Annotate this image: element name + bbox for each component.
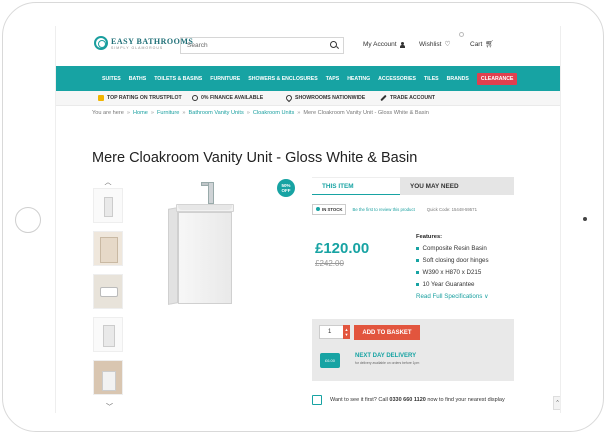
usp-trustpilot[interactable]: TOP RATING ON TRUSTPILOT xyxy=(98,95,192,101)
site-logo[interactable]: EASY BATHROOMS SIMPLY GLAMOROUS xyxy=(94,36,193,50)
nav-item-taps[interactable]: TAPS xyxy=(326,76,339,82)
feature-item: 10 Year Guarantee xyxy=(416,281,516,288)
usp-trade[interactable]: TRADE ACCOUNT xyxy=(380,94,474,102)
cart-icon: 🛒︎ xyxy=(485,41,495,48)
thumbnail-2[interactable] xyxy=(93,231,123,266)
showroom-text-after: now to find your nearest display xyxy=(427,397,505,403)
product-tabs: THIS ITEM YOU MAY NEED xyxy=(312,177,514,195)
home-button[interactable] xyxy=(15,207,41,233)
chevron-down-icon[interactable]: ﹀ xyxy=(106,402,113,412)
heart-icon: ♡ xyxy=(444,41,451,48)
breadcrumb-vanity-units[interactable]: Bathroom Vanity Units xyxy=(189,110,244,116)
stock-badge: IN STOCK xyxy=(312,203,347,215)
features-heading: Features: xyxy=(416,234,443,240)
review-link[interactable]: Be the first to review this product xyxy=(352,207,414,212)
usp-trade-label: TRADE ACCOUNT xyxy=(390,95,436,101)
tablet-frame: EASY BATHROOMS SIMPLY GLAMOROUS Search M… xyxy=(2,2,604,432)
usp-showrooms-label: SHOWROOMS NATIONWIDE xyxy=(295,95,366,101)
usp-finance-label: 0% FINANCE AVAILABLE xyxy=(201,95,264,101)
nav-item-suites[interactable]: SUITES xyxy=(102,76,121,82)
back-to-top-button[interactable]: ^ xyxy=(553,396,560,410)
showroom-text-before: Want to see it first? Call xyxy=(330,397,388,403)
person-icon xyxy=(399,41,405,48)
sale-badge: 50% OFF xyxy=(277,179,295,197)
stock-row: IN STOCK Be the first to review this pro… xyxy=(312,203,514,215)
next-day-delivery-title: NEXT DAY DELIVERY xyxy=(355,353,417,359)
search-icon[interactable] xyxy=(330,41,337,48)
nav-item-tiles[interactable]: TILES xyxy=(424,76,439,82)
thumbnail-3[interactable] xyxy=(93,274,123,309)
breadcrumb-cloakroom-units[interactable]: Cloakroom Units xyxy=(253,110,294,116)
cart-label: Cart xyxy=(470,41,483,48)
product-main-image[interactable] xyxy=(144,176,294,316)
trustpilot-icon xyxy=(98,95,104,101)
breadcrumb-furniture[interactable]: Furniture xyxy=(157,110,179,116)
breadcrumb-current: Mere Cloakroom Vanity Unit - Gloss White… xyxy=(303,110,429,116)
wrench-icon xyxy=(380,94,387,102)
usp-bar: TOP RATING ON TRUSTPILOT 0% FINANCE AVAI… xyxy=(56,91,560,106)
usp-finance[interactable]: 0% FINANCE AVAILABLE xyxy=(192,95,286,101)
cart-link[interactable]: Cart 🛒︎ xyxy=(470,41,494,48)
breadcrumb-home[interactable]: Home xyxy=(133,110,148,116)
quick-code: Quick Code: 15448-59571 xyxy=(426,206,477,212)
showroom-icon xyxy=(312,395,322,405)
thumbnail-1[interactable] xyxy=(93,188,123,223)
stock-label: IN STOCK xyxy=(322,206,343,212)
my-account-link[interactable]: My Account xyxy=(363,41,405,48)
nav-item-clearance[interactable]: CLEARANCE xyxy=(476,72,518,85)
thumbnail-4[interactable] xyxy=(93,317,123,352)
usp-trustpilot-label: TOP RATING ON TRUSTPILOT xyxy=(107,95,182,101)
nav-item-showers[interactable]: SHOWERS & ENCLOSURES xyxy=(248,76,317,82)
nav-item-accessories[interactable]: ACCESSORIES xyxy=(378,76,416,82)
add-to-basket-button[interactable]: ADD TO BASKET xyxy=(354,325,420,340)
wishlist-label: Wishlist xyxy=(419,41,442,48)
price: £120.00 xyxy=(315,240,370,257)
basket-panel: 1 ▲ ▼ ADD TO BASKET £6.00 NEXT DAY DELIVE… xyxy=(312,319,514,381)
search-placeholder: Search xyxy=(187,42,208,49)
nav-item-brands[interactable]: BRANDS xyxy=(447,76,469,82)
usp-showrooms[interactable]: SHOWROOMS NATIONWIDE xyxy=(284,93,380,103)
nav-item-furniture[interactable]: FURNITURE xyxy=(210,76,240,82)
percent-icon xyxy=(192,95,198,101)
page-title: Mere Cloakroom Vanity Unit - Gloss White… xyxy=(92,150,418,166)
feature-text: Soft closing door hinges xyxy=(422,257,489,264)
breadcrumb: You are here» Home» Furniture» Bathroom Van… xyxy=(92,110,429,116)
feature-text: Composite Resin Basin xyxy=(422,245,487,252)
check-icon xyxy=(316,207,320,211)
screen: EASY BATHROOMS SIMPLY GLAMOROUS Search M… xyxy=(55,26,561,413)
wishlist-count-badge xyxy=(459,32,464,37)
nav-item-heating[interactable]: HEATING xyxy=(347,76,370,82)
camera-dot xyxy=(583,217,587,221)
was-price: £242.00 xyxy=(315,259,344,268)
next-day-delivery-sub: for delivery available on orders before … xyxy=(355,361,420,365)
quantity-stepper[interactable]: ▲ ▼ xyxy=(343,325,350,339)
account-label: My Account xyxy=(363,41,397,48)
thumbnail-strip: ︿ xyxy=(92,178,124,403)
feature-text: 10 Year Guarantee xyxy=(422,281,475,288)
feature-item: W390 x H870 x D215 xyxy=(416,269,516,276)
location-pin-icon xyxy=(284,93,294,103)
read-specs-link[interactable]: Read Full Specifications ∨ xyxy=(416,293,516,300)
breadcrumb-prefix: You are here xyxy=(92,110,124,116)
features-list: Features: Composite Resin Basin Soft clo… xyxy=(416,234,516,300)
wishlist-link[interactable]: Wishlist ♡ xyxy=(419,41,451,48)
tab-this-item[interactable]: THIS ITEM xyxy=(312,177,400,195)
nav-item-baths[interactable]: BATHS xyxy=(129,76,146,82)
quantity-field[interactable]: 1 xyxy=(319,325,344,339)
showroom-phone[interactable]: 0330 660 1120 xyxy=(389,397,425,403)
feature-item: Composite Resin Basin xyxy=(416,245,516,252)
feature-item: Soft closing door hinges xyxy=(416,257,516,264)
tab-you-may-need[interactable]: YOU MAY NEED xyxy=(400,177,514,195)
main-nav: SUITES BATHS TOILETS & BASINS FURNITURE … xyxy=(56,66,560,91)
search-input[interactable]: Search xyxy=(180,37,344,54)
site-header: EASY BATHROOMS SIMPLY GLAMOROUS Search M… xyxy=(56,26,560,66)
chevron-up-icon[interactable]: ︿ xyxy=(92,178,124,188)
nav-item-toilets-basins[interactable]: TOILETS & BASINS xyxy=(154,76,202,82)
thumbnail-5[interactable] xyxy=(93,360,123,395)
showroom-cta: Want to see it first? Call 0330 660 1120… xyxy=(312,392,560,408)
logo-mark-icon xyxy=(94,36,108,50)
sale-badge-off: OFF xyxy=(281,188,291,193)
delivery-truck-icon: £6.00 xyxy=(320,353,340,368)
feature-text: W390 x H870 x D215 xyxy=(422,269,482,276)
